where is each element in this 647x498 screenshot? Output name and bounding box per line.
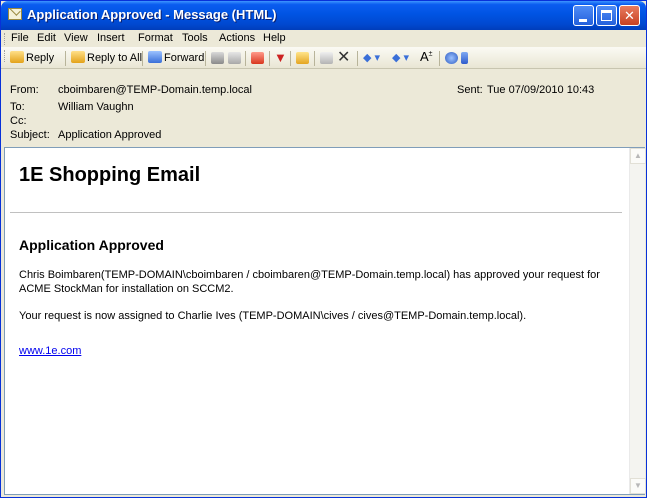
previous-item-icon[interactable]: ◆ ▾ [363,51,380,64]
reply-icon [10,51,24,63]
reply-all-icon [71,51,85,63]
message-body[interactable]: 1E Shopping Email Application Approved C… [4,147,646,495]
menu-view[interactable]: View [64,32,88,44]
menu-bar: File Edit View Insert Format Tools Actio… [1,30,646,47]
toolbar-separator [357,51,358,66]
menu-format[interactable]: Format [138,32,173,44]
from-label: From: [10,84,39,96]
vertical-scrollbar[interactable]: ▲ ▼ [629,148,646,494]
menu-tools[interactable]: Tools [182,32,208,44]
reply-button[interactable]: Reply [10,51,54,64]
subject-label: Subject: [10,129,50,141]
menu-actions[interactable]: Actions [219,32,255,44]
help-icon[interactable] [445,52,458,64]
to-value[interactable]: William Vaughn [58,101,134,113]
close-button[interactable]: ✕ [619,5,640,26]
toolbar: Reply Reply to All Forward ▼ ✕ ◆ ▾ ◆ ▾ A… [1,47,646,69]
message-header: From: cboimbaren@TEMP-Domain.temp.local … [1,70,646,145]
minimize-icon [579,19,587,22]
message-window: Application Approved - Message (HTML) ✕ … [0,0,647,498]
scroll-up-button[interactable]: ▲ [630,148,646,164]
print-icon[interactable] [211,52,224,64]
categorize-icon[interactable] [320,52,333,64]
scroll-down-button[interactable]: ▼ [630,478,646,494]
forward-button[interactable]: Forward [148,51,204,64]
assignment-paragraph: Your request is now assigned to Charlie … [19,310,527,322]
cc-label: Cc: [10,115,27,127]
sent-label: Sent: [457,84,483,96]
chevron-up-icon: ▲ [634,151,642,160]
close-icon: ✕ [624,8,635,23]
message-content: 1E Shopping Email Application Approved C… [5,148,629,494]
copy-icon[interactable] [228,52,241,64]
toolbar-separator [269,51,270,66]
minimize-button[interactable] [573,5,594,26]
forward-icon [148,51,162,63]
next-item-icon[interactable]: ◆ ▾ [392,51,409,64]
chevron-down-icon: ▼ [634,481,642,490]
flag-message-icon[interactable] [251,52,264,64]
sent-value: Tue 07/09/2010 10:43 [487,84,595,96]
window-title: Application Approved - Message (HTML) [27,7,277,22]
toolbar-separator [290,51,291,66]
email-title: 1E Shopping Email [19,164,201,186]
approval-paragraph: Chris Boimbaren(TEMP-DOMAIN\cboimbaren /… [19,269,600,295]
toolbar-separator [205,51,206,66]
toolbar-separator [142,51,143,66]
menu-file[interactable]: File [11,32,29,44]
maximize-button[interactable] [596,5,617,26]
toolbar-separator [245,51,246,66]
horizontal-rule [10,212,622,213]
website-link[interactable]: www.1e.com [19,345,81,357]
font-size-icon[interactable]: A± [420,49,433,64]
subject-value: Application Approved [58,129,162,141]
toolbar-options-icon[interactable] [461,52,468,64]
from-value[interactable]: cboimbaren@TEMP-Domain.temp.local [58,84,252,96]
title-bar[interactable]: Application Approved - Message (HTML) ✕ [1,1,646,30]
menu-insert[interactable]: Insert [97,32,125,44]
toolbar-grip-icon[interactable] [4,50,7,62]
follow-up-flag-icon[interactable]: ▼ [274,50,287,65]
menu-help[interactable]: Help [263,32,286,44]
move-to-folder-icon[interactable] [296,52,309,64]
email-heading: Application Approved [19,237,164,253]
menu-grip-icon[interactable] [4,33,7,45]
delete-icon[interactable]: ✕ [337,47,350,67]
toolbar-separator [65,51,66,66]
envelope-icon [8,8,22,20]
reply-all-button[interactable]: Reply to All [71,51,142,64]
to-label: To: [10,101,25,113]
toolbar-separator [439,51,440,66]
toolbar-separator [314,51,315,66]
maximize-icon [601,10,612,21]
menu-edit[interactable]: Edit [37,32,56,44]
